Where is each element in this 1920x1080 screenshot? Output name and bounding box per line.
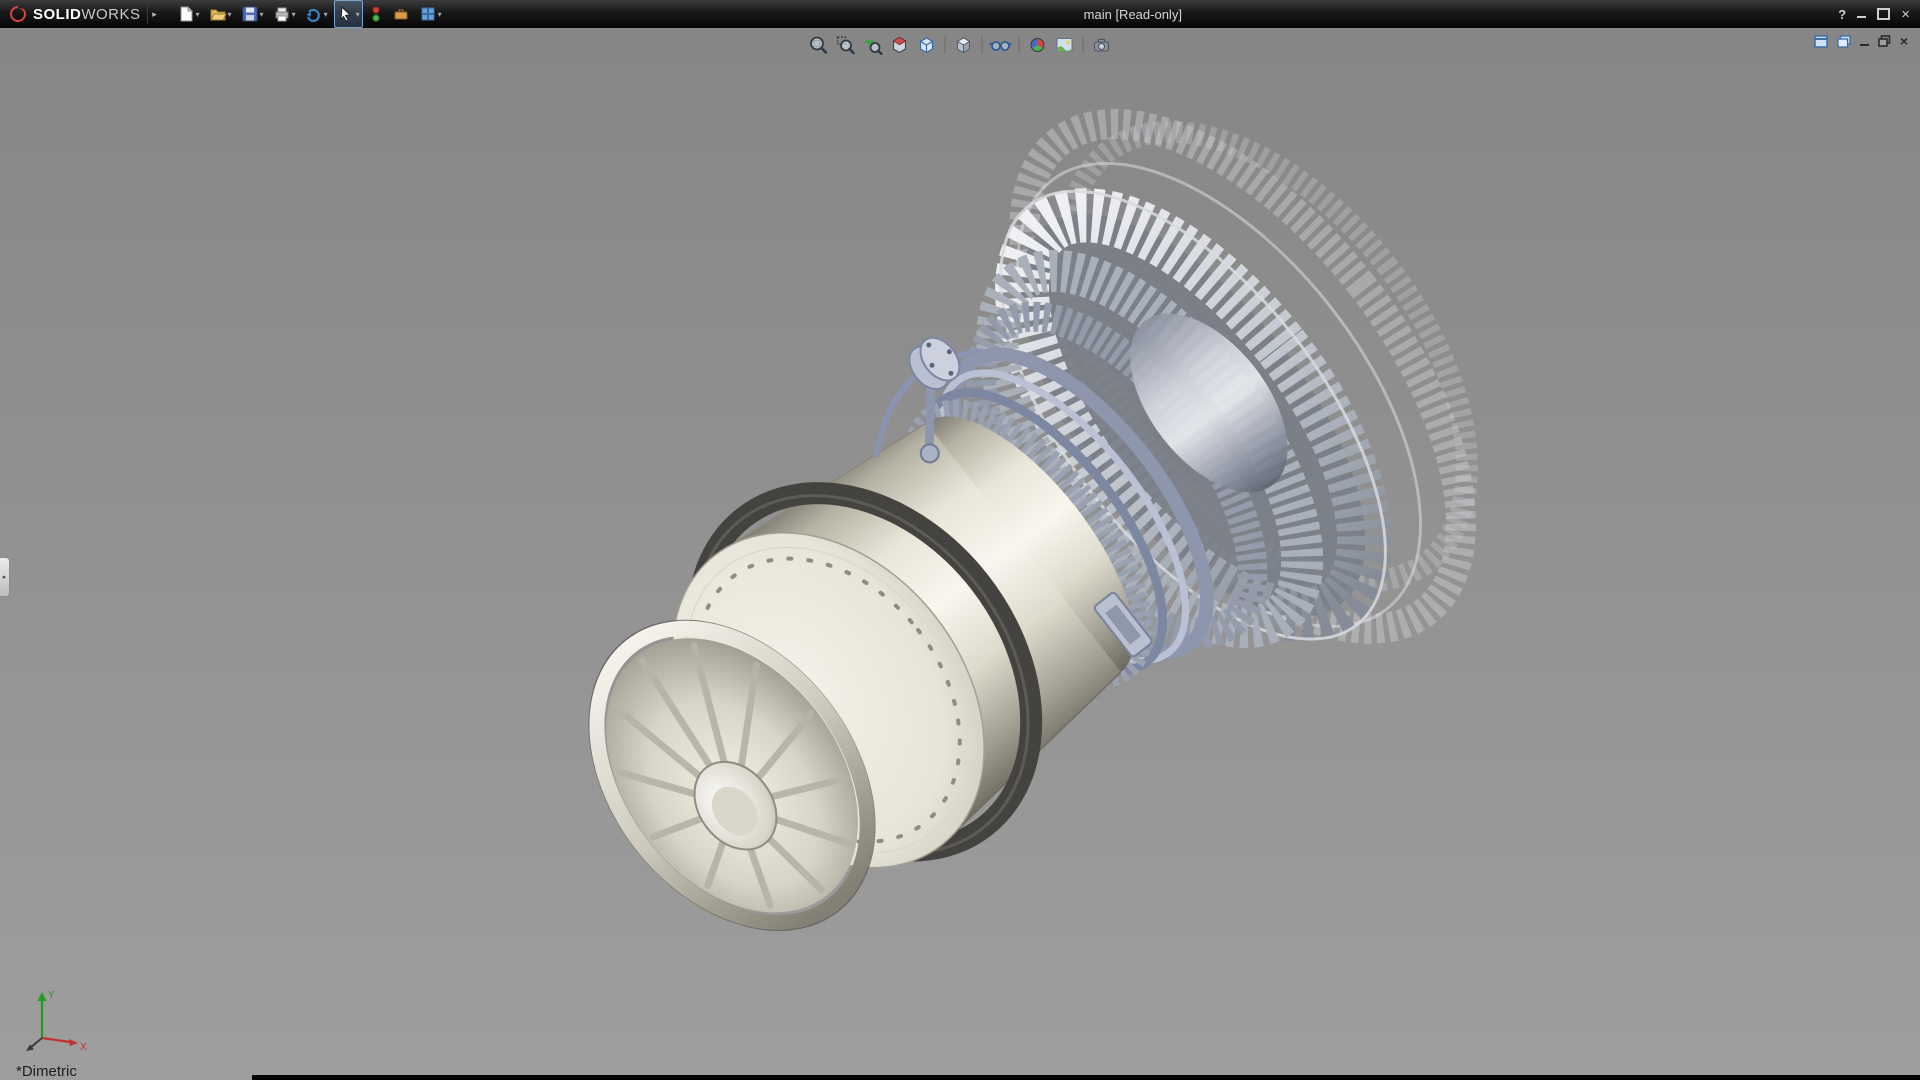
main-toolbar: ▾ ▾ ▾ ▾: [174, 0, 445, 28]
zoom-to-area-button[interactable]: [834, 33, 858, 57]
document-title: main [Read-only]: [1084, 7, 1182, 22]
previous-view-button[interactable]: [861, 33, 885, 57]
zoom-to-fit-button[interactable]: [807, 33, 831, 57]
toolbar-separator: [1019, 36, 1020, 54]
save-button[interactable]: ▾: [238, 0, 267, 28]
dropdown-caret-icon[interactable]: ▾: [324, 10, 328, 19]
new-document-button[interactable]: ▾: [174, 0, 203, 28]
toolbar-separator: [945, 36, 946, 54]
help-icon[interactable]: ?: [1838, 7, 1846, 22]
print-icon: [273, 5, 291, 23]
edit-appearance-button[interactable]: [1026, 33, 1050, 57]
table-grid-icon: [419, 5, 437, 23]
appearance-ball-icon: [1028, 35, 1048, 55]
toolbar-separator: [1083, 36, 1084, 54]
dropdown-caret-icon[interactable]: ▾: [196, 10, 200, 19]
undo-button[interactable]: ▾: [302, 0, 331, 28]
open-icon: [209, 5, 227, 23]
heads-up-view-toolbar: [807, 33, 1114, 57]
view-orientation-button[interactable]: [915, 33, 939, 57]
zoom-to-fit-icon: [809, 35, 829, 55]
taskbar-sliver: [252, 1075, 1920, 1080]
display-style-button[interactable]: [952, 33, 976, 57]
section-view-icon: [890, 35, 910, 55]
save-icon: [241, 5, 259, 23]
solidworks-logo-icon: [8, 4, 28, 24]
document-window-controls: ×: [1814, 34, 1908, 48]
rebuild-traffic-light-icon: [369, 5, 383, 23]
display-style-cube-icon: [954, 35, 974, 55]
y-axis-arrow-icon: [38, 992, 47, 1001]
select-tool-button[interactable]: ▾: [334, 0, 363, 28]
reference-triad[interactable]: Y X: [22, 982, 94, 1054]
titlebar: SOLIDWORKS ▸ ▾ ▾ ▾: [0, 0, 1920, 28]
close-icon[interactable]: ×: [1901, 7, 1910, 22]
y-axis-label: Y: [48, 990, 55, 1001]
graphics-viewport[interactable]: × ▸ Y X *Dimetric: [0, 28, 1920, 1080]
apply-scene-button[interactable]: [1053, 33, 1077, 57]
document-close-icon[interactable]: ×: [1900, 34, 1908, 48]
x-axis-arrow-icon: [69, 1039, 78, 1046]
previous-view-icon: [863, 35, 883, 55]
section-view-button[interactable]: [888, 33, 912, 57]
dropdown-caret-icon[interactable]: ▾: [438, 10, 442, 19]
minimize-icon[interactable]: [1857, 16, 1866, 18]
maximize-icon[interactable]: [1877, 8, 1890, 20]
x-axis-label: X: [80, 1042, 87, 1053]
feature-manager-splitter-handle[interactable]: ▸: [0, 557, 10, 597]
brand-light: WORKS: [81, 6, 140, 23]
scene-icon: [1055, 35, 1075, 55]
jet-engine-model[interactable]: [0, 28, 1920, 1080]
menu-expand-arrow-icon[interactable]: ▸: [147, 4, 162, 24]
new-document-icon: [177, 5, 195, 23]
titlebar-window-controls: ? ×: [1838, 0, 1910, 28]
dropdown-caret-icon[interactable]: ▾: [260, 10, 264, 19]
document-restore-icon[interactable]: [1878, 35, 1891, 47]
glasses-icon: [990, 35, 1012, 55]
brand-text: SOLIDWORKS: [33, 6, 141, 23]
view-settings-button[interactable]: [1090, 33, 1114, 57]
solidworks-logo: SOLIDWORKS: [0, 4, 147, 24]
splitter-arrow-icon: ▸: [3, 573, 7, 581]
view-orientation-cube-icon: [917, 35, 937, 55]
camera-icon: [1092, 35, 1112, 55]
view-orientation-label: *Dimetric: [16, 1063, 77, 1080]
dropdown-caret-icon[interactable]: ▾: [228, 10, 232, 19]
toolbar-separator: [982, 36, 983, 54]
brand-bold: SOLID: [33, 6, 81, 23]
window-tile-icon[interactable]: [1814, 35, 1828, 48]
toolbox-icon: [392, 5, 410, 23]
open-button[interactable]: ▾: [206, 0, 235, 28]
document-minimize-icon[interactable]: [1860, 44, 1869, 46]
dropdown-caret-icon[interactable]: ▾: [356, 10, 360, 19]
zoom-to-area-icon: [836, 35, 856, 55]
dropdown-caret-icon[interactable]: ▾: [292, 10, 296, 19]
undo-icon: [305, 5, 323, 23]
hide-show-items-button[interactable]: [989, 33, 1013, 57]
table-button[interactable]: ▾: [416, 0, 445, 28]
window-cascade-icon[interactable]: [1837, 35, 1851, 48]
rebuild-button[interactable]: [366, 0, 386, 28]
print-button[interactable]: ▾: [270, 0, 299, 28]
toolbox-button[interactable]: [389, 0, 413, 28]
select-cursor-icon: [337, 5, 355, 23]
